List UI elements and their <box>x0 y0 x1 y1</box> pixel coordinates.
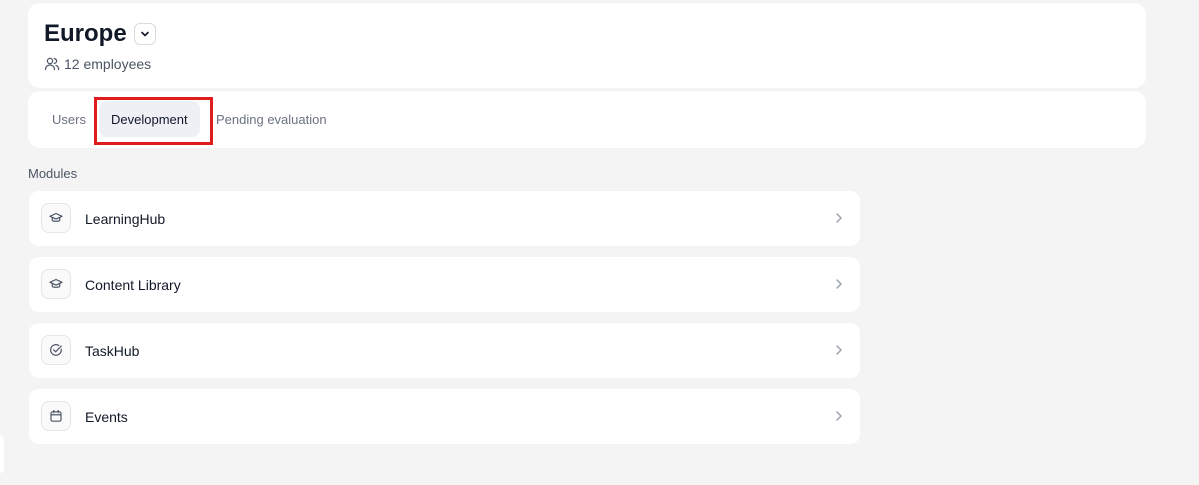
chevron-down-icon <box>140 31 149 37</box>
module-label: TaskHub <box>85 342 140 359</box>
module-label: Events <box>85 408 128 425</box>
module-taskhub[interactable]: TaskHub <box>29 323 860 378</box>
graduation-cap-icon <box>41 203 71 233</box>
graduation-cap-icon <box>41 269 71 299</box>
chevron-right-icon <box>836 213 842 223</box>
calendar-icon <box>41 401 71 431</box>
module-learninghub[interactable]: LearningHub <box>29 191 860 246</box>
tab-pending-evaluation[interactable]: Pending evaluation <box>216 91 327 148</box>
tab-bar: Users Development Pending evaluation <box>28 91 1146 148</box>
module-label: Content Library <box>85 276 181 293</box>
employee-count-label: 12 employees <box>64 56 152 72</box>
module-events[interactable]: Events <box>29 389 860 444</box>
check-circle-icon <box>41 335 71 365</box>
title-row: Europe <box>44 20 156 48</box>
group-header-card: Europe 12 employees <box>28 3 1146 88</box>
users-icon <box>44 57 60 71</box>
modules-heading: Modules <box>28 166 78 181</box>
module-content-library[interactable]: Content Library <box>29 257 860 312</box>
employee-count: 12 employees <box>44 56 151 72</box>
side-panel-handle[interactable] <box>0 436 4 473</box>
chevron-right-icon <box>836 411 842 421</box>
group-dropdown-button[interactable] <box>133 23 156 45</box>
page-title: Europe <box>44 20 127 47</box>
module-label: LearningHub <box>85 210 166 227</box>
chevron-right-icon <box>836 345 842 355</box>
tab-users[interactable]: Users <box>52 91 86 148</box>
chevron-right-icon <box>836 279 842 289</box>
tab-development[interactable]: Development <box>99 101 200 137</box>
